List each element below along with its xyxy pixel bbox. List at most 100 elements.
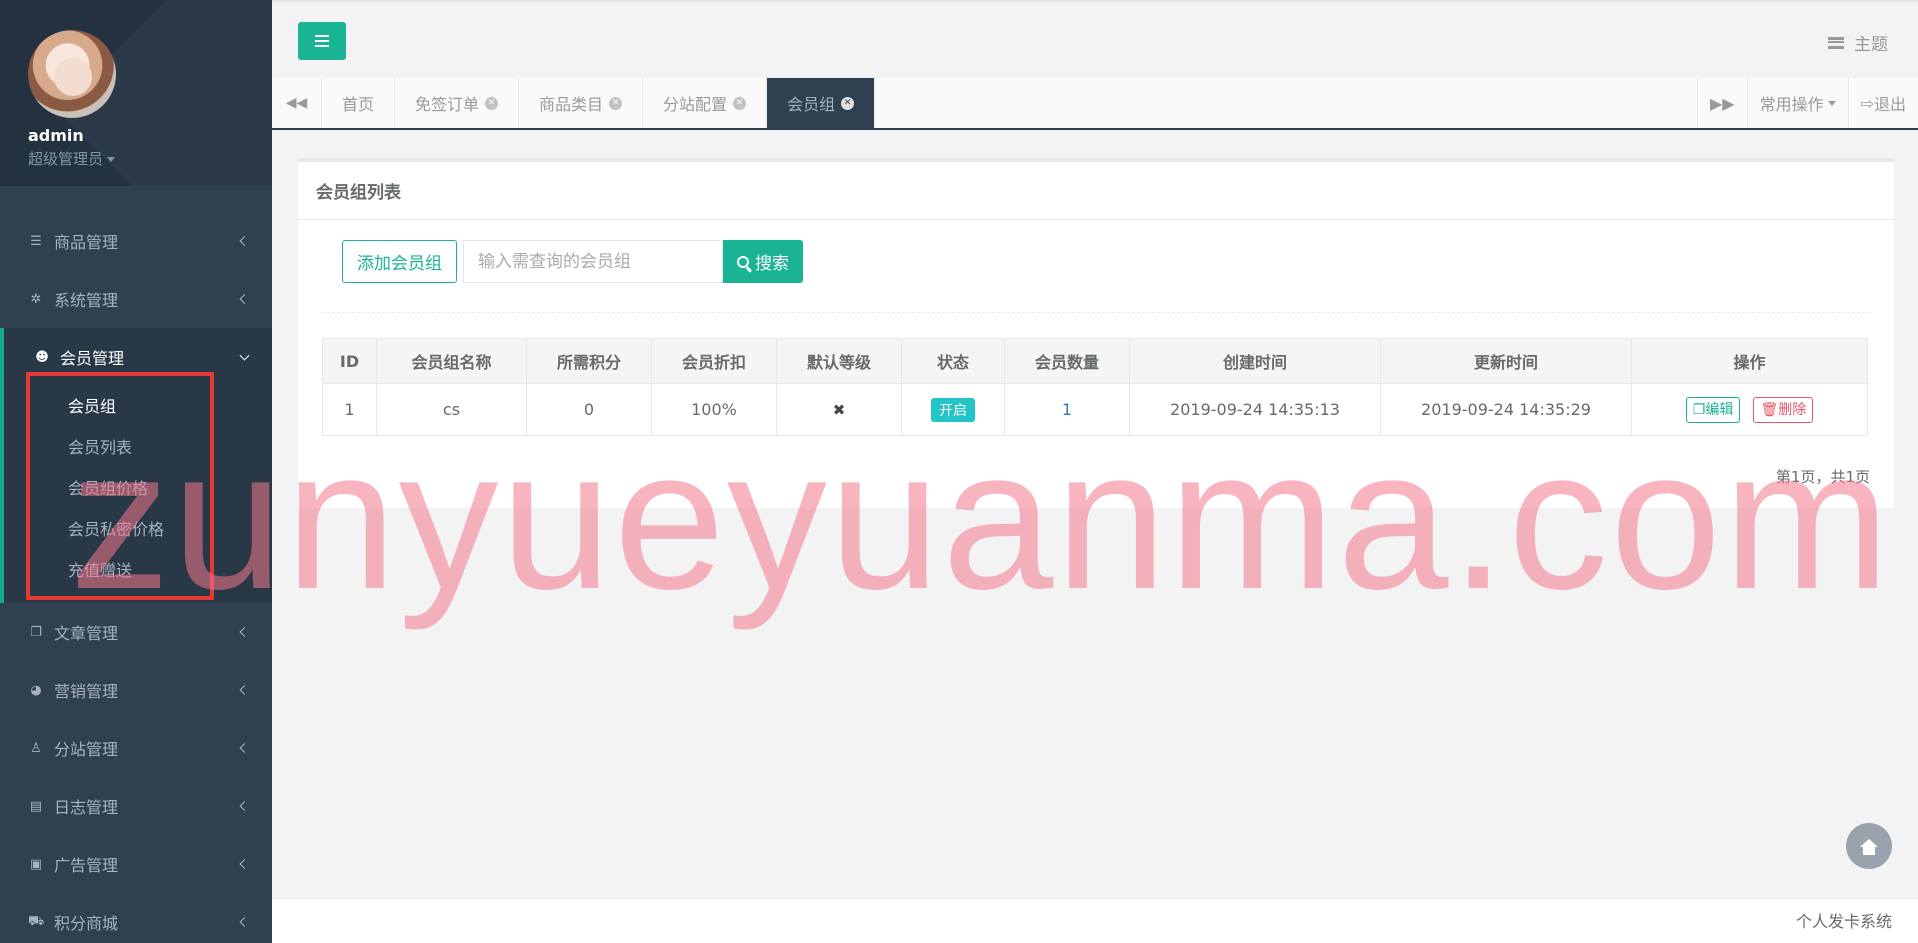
tab-bar-actions: ▶▶ 常用操作 ⇨ 退出 <box>1696 78 1918 128</box>
common-ops-label: 常用操作 <box>1759 95 1824 114</box>
bars-icon <box>315 35 329 37</box>
col-member-count[interactable]: 会员数量 <box>1004 338 1130 384</box>
cell-member-count: 1 <box>1004 383 1130 436</box>
user-role-label: 超级管理员 <box>28 150 104 168</box>
sidebar-item-products[interactable]: ☰ 商品管理 <box>0 212 272 270</box>
sidebar-item-label: 商品管理 <box>54 233 119 252</box>
subnav-member-list[interactable]: 会员列表 <box>4 427 272 468</box>
bars-icon-line <box>315 45 329 47</box>
search-button[interactable]: 搜索 <box>723 240 803 283</box>
chevron-left-icon <box>239 743 250 753</box>
sidebar-item-ads[interactable]: ▣ 广告管理 <box>0 835 272 893</box>
sidebar-group-members: ☻ 会员管理 会员组 会员列表 会员组价格 会员私密价格 充值赠送 <box>0 328 272 603</box>
col-default-level[interactable]: 默认等级 <box>776 338 902 384</box>
cell-actions: ❐编辑 🗑删除 <box>1631 383 1868 436</box>
users-icon: ☻ <box>35 349 49 365</box>
cell-name: cs <box>376 383 527 436</box>
avatar[interactable] <box>28 30 116 118</box>
sidebar-item-label: 系统管理 <box>54 291 119 310</box>
tab-label: 分站配置 <box>663 95 728 114</box>
col-status[interactable]: 状态 <box>901 338 1005 384</box>
backward-icon: ◀◀ <box>285 95 308 111</box>
tab-label: 会员组 <box>787 95 836 114</box>
col-updated[interactable]: 更新时间 <box>1380 338 1632 384</box>
cell-default-level: ✖ <box>776 383 902 436</box>
home-button[interactable] <box>1846 823 1892 869</box>
bars-icon: ☰ <box>30 233 42 249</box>
delete-button[interactable]: 🗑删除 <box>1753 396 1814 423</box>
tab-member-group[interactable]: 会员组 ✕ <box>767 78 876 128</box>
logout-button[interactable]: ⇨ 退出 <box>1847 78 1918 128</box>
col-id[interactable]: ID <box>322 338 377 384</box>
menu-toggle-button[interactable] <box>298 22 346 60</box>
tab-substation-config[interactable]: 分站配置 ✕ <box>643 78 768 128</box>
search-input[interactable] <box>463 240 723 283</box>
sidebar-item-points-mall[interactable]: ⛟ 积分商城 <box>0 893 272 943</box>
chevron-left-icon <box>239 236 250 246</box>
tab-scroll-left-button[interactable]: ◀◀ <box>272 78 322 128</box>
table-row: 1 cs 0 100% ✖ 开启 1 2019-09-24 14:35:13 2… <box>322 383 1868 436</box>
tab-free-sign-orders[interactable]: 免签订单 ✕ <box>395 78 520 128</box>
pie-chart-icon: ◕ <box>30 682 42 698</box>
sidebar: admin 超级管理员 ☰ 商品管理 ✲ 系统管理 ☻ 会员管理 会员组 会员列… <box>0 0 272 943</box>
edit-button[interactable]: ❐编辑 <box>1685 396 1741 423</box>
col-created[interactable]: 创建时间 <box>1129 338 1381 384</box>
tab-label: 免签订单 <box>415 95 480 114</box>
image-icon: ▣ <box>29 856 43 872</box>
tab-bar: ◀◀ 首页 免签订单 ✕ 商品类目 ✕ 分站配置 ✕ 会员组 ✕ ▶▶ 常用操作 ⇨ 退出 <box>272 78 1918 130</box>
cell-discount: 100% <box>651 383 777 436</box>
sign-out-icon: ⇨ <box>1860 93 1874 113</box>
close-icon[interactable]: ✕ <box>841 96 855 110</box>
profile-area: admin 超级管理员 <box>0 0 272 186</box>
tab-home[interactable]: 首页 <box>322 78 396 128</box>
user-role-dropdown[interactable]: 超级管理员 <box>28 148 272 169</box>
add-member-group-button[interactable]: 添加会员组 <box>342 240 457 283</box>
members-subnav: 会员组 会员列表 会员组价格 会员私密价格 充值赠送 <box>4 386 272 603</box>
tab-product-categories[interactable]: 商品类目 ✕ <box>519 78 644 128</box>
caret-down-icon <box>107 157 116 162</box>
caret-down-icon <box>1827 100 1836 106</box>
theme-label: 主题 <box>1854 35 1888 55</box>
close-icon[interactable]: ✕ <box>485 96 499 110</box>
close-icon[interactable]: ✕ <box>609 96 623 110</box>
chevron-left-icon <box>239 859 250 869</box>
delete-button-label: 删除 <box>1778 401 1807 418</box>
bars-icon-line <box>315 40 329 42</box>
sidebar-item-system[interactable]: ✲ 系统管理 <box>0 270 272 328</box>
copy-icon: ❐ <box>1692 401 1706 418</box>
chevron-left-icon <box>239 627 250 637</box>
status-badge[interactable]: 开启 <box>931 397 975 422</box>
footer: 个人发卡系统 <box>272 898 1918 943</box>
panel-title: 会员组列表 <box>298 162 1894 220</box>
cell-status: 开启 <box>901 383 1005 436</box>
sidebar-item-label: 营销管理 <box>54 682 119 701</box>
close-icon[interactable]: ✕ <box>733 96 747 110</box>
col-name[interactable]: 会员组名称 <box>376 338 527 384</box>
tab-scroll-right-button[interactable]: ▶▶ <box>1696 78 1747 128</box>
divider <box>322 312 1870 313</box>
sidebar-item-members[interactable]: ☻ 会员管理 <box>4 328 272 386</box>
home-icon-base <box>1863 847 1875 855</box>
theme-icon <box>1828 36 1844 49</box>
tasks-icon: ▤ <box>29 798 43 814</box>
sidebar-item-articles[interactable]: ❐ 文章管理 <box>0 603 272 661</box>
subnav-member-private-price[interactable]: 会员私密价格 <box>4 509 272 550</box>
subnav-recharge-gift[interactable]: 充值赠送 <box>4 550 272 591</box>
member-count-link[interactable]: 1 <box>1062 400 1072 419</box>
subnav-member-group-price[interactable]: 会员组价格 <box>4 468 272 509</box>
theme-button[interactable]: 主题 <box>1828 30 1888 55</box>
sidebar-item-logs[interactable]: ▤ 日志管理 <box>0 777 272 835</box>
cell-id: 1 <box>322 383 377 436</box>
sidebar-item-label: 分站管理 <box>54 740 119 759</box>
col-points[interactable]: 所需积分 <box>526 338 652 384</box>
cell-points: 0 <box>526 383 652 436</box>
sidebar-item-substation[interactable]: ♙ 分站管理 <box>0 719 272 777</box>
subnav-member-group[interactable]: 会员组 <box>4 386 272 427</box>
member-group-table: ID 会员组名称 所需积分 会员折扣 默认等级 状态 会员数量 创建时间 更新时… <box>322 338 1868 436</box>
sidebar-item-marketing[interactable]: ◕ 营销管理 <box>0 661 272 719</box>
times-icon: ✖ <box>832 401 846 419</box>
common-ops-dropdown[interactable]: 常用操作 <box>1746 78 1848 128</box>
col-discount[interactable]: 会员折扣 <box>651 338 777 384</box>
avatar-face <box>54 58 92 96</box>
cell-created: 2019-09-24 14:35:13 <box>1129 383 1381 436</box>
